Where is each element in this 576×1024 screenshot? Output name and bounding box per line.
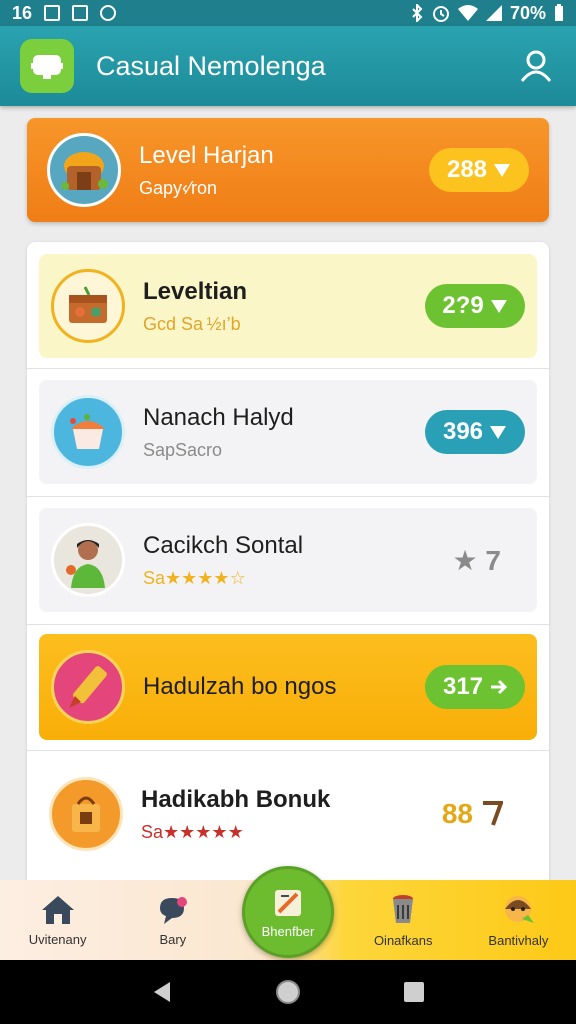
divider <box>27 624 549 625</box>
nav-label: Oinafkans <box>373 932 433 948</box>
system-nav-bar <box>0 960 576 1024</box>
score-badge[interactable]: 317 <box>425 665 525 709</box>
bucket-icon <box>393 894 414 923</box>
app-logo-icon[interactable] <box>20 39 74 93</box>
nav-item-bary[interactable]: Bary <box>115 880 230 960</box>
basket-icon <box>47 133 121 207</box>
person-avatar-icon <box>51 523 125 597</box>
center-action-button[interactable]: Bhenfber <box>242 866 334 958</box>
row-title: Nanach Halyd <box>143 403 294 431</box>
arrow-icon <box>491 679 508 695</box>
nav-center-slot: Bhenfber <box>230 866 345 960</box>
app-title: Casual Nemolenga <box>96 50 326 81</box>
row-title: Hadikabh Bonuk <box>141 785 331 813</box>
arrow-check-icon <box>490 426 507 439</box>
pencil-ball-icon <box>51 650 125 724</box>
row-rating[interactable]: 88 <box>442 798 527 830</box>
content-area: Level Harjan Gapy‹⁄ron 288 Leveltian Gcd… <box>0 106 576 880</box>
featured-score: 288 <box>446 156 488 183</box>
row-score: 2?9 <box>442 292 484 319</box>
house-icon <box>41 895 74 924</box>
nav-item-uvitenany[interactable]: Uvitenany <box>0 880 115 960</box>
recents-icon[interactable] <box>402 980 426 1004</box>
list-item[interactable]: Hadulzah bo ngos 317 <box>39 634 537 740</box>
row-rating[interactable]: ★ 7 <box>453 544 525 577</box>
divider <box>27 368 549 369</box>
row-score: ★ 7 <box>452 544 501 576</box>
image-icon <box>44 5 61 21</box>
bag-icon <box>49 777 123 851</box>
row-subtitle: SapSacro <box>143 439 223 460</box>
bluetooth-icon <box>412 4 423 22</box>
featured-level-card[interactable]: Level Harjan Gapy‹⁄ron 288 <box>27 118 549 222</box>
arrow-check-icon <box>494 164 511 177</box>
profile-icon[interactable] <box>516 46 556 86</box>
scroll-icon <box>275 889 301 916</box>
app-icon <box>72 5 89 21</box>
nav-label: Bhenfber <box>261 923 315 939</box>
nav-label: Bantivhaly <box>488 932 549 948</box>
level-list: Leveltian Gcd Sa ½ı’b 2?9 Nanach Halyd S… <box>27 242 549 880</box>
status-bar: 16 70% <box>0 0 576 26</box>
score-badge[interactable]: 396 <box>425 410 525 454</box>
featured-title: Level Harjan <box>139 141 274 169</box>
row-subtitle: Sa★★★★☆ <box>143 567 246 588</box>
cupcake-icon <box>51 395 125 469</box>
nav-item-bantivhaly[interactable]: Bantivhaly <box>461 880 576 960</box>
row-score: 88 <box>441 798 473 829</box>
arrow-check-icon <box>490 300 507 313</box>
row-title: Hadulzah bo ngos <box>143 673 337 700</box>
sync-icon <box>100 5 117 21</box>
featured-subtitle: Gapy‹⁄ron <box>139 177 218 198</box>
status-time: 16 <box>12 2 33 23</box>
nav-label: Bary <box>159 931 187 947</box>
battery-percent: 70% <box>509 2 546 23</box>
divider <box>27 750 549 751</box>
face-hand-icon <box>505 895 535 923</box>
battery-icon <box>555 4 563 21</box>
back-icon[interactable] <box>150 980 174 1004</box>
list-item[interactable]: Leveltian Gcd Sa ½ı’b 2?9 <box>39 254 537 358</box>
row-title: Cacikch Sontal <box>143 531 304 559</box>
divider <box>27 496 549 497</box>
score-badge[interactable]: 2?9 <box>425 284 525 328</box>
alarm-icon <box>432 6 449 22</box>
row-score: 317 <box>442 673 484 700</box>
list-item[interactable]: Hadikabh Bonuk Sa★★★★★ 88 <box>27 754 549 874</box>
chat-heart-icon <box>159 896 187 924</box>
signal-icon <box>485 5 502 21</box>
box-icon <box>51 269 125 343</box>
bottom-nav: Uvitenany Bary Bhenfber Oinafkans Bantiv… <box>0 866 576 960</box>
row-title: Leveltian <box>143 277 248 305</box>
nav-label: Uvitenany <box>28 931 87 947</box>
nav-item-oinafkans[interactable]: Oinafkans <box>346 880 461 960</box>
wifi-icon <box>457 5 478 21</box>
row-subtitle: Sa★★★★★ <box>141 821 244 842</box>
list-item[interactable]: Nanach Halyd SapSacro 396 <box>39 380 537 484</box>
home-icon[interactable] <box>274 978 302 1006</box>
featured-score-badge[interactable]: 288 <box>429 148 529 192</box>
flag-icon <box>483 801 503 826</box>
row-subtitle: Gcd Sa ½ı’b <box>143 313 241 334</box>
list-item[interactable]: Cacikch Sontal Sa★★★★☆ ★ 7 <box>39 508 537 612</box>
row-score: 396 <box>442 418 484 445</box>
app-bar: Casual Nemolenga <box>0 26 576 106</box>
